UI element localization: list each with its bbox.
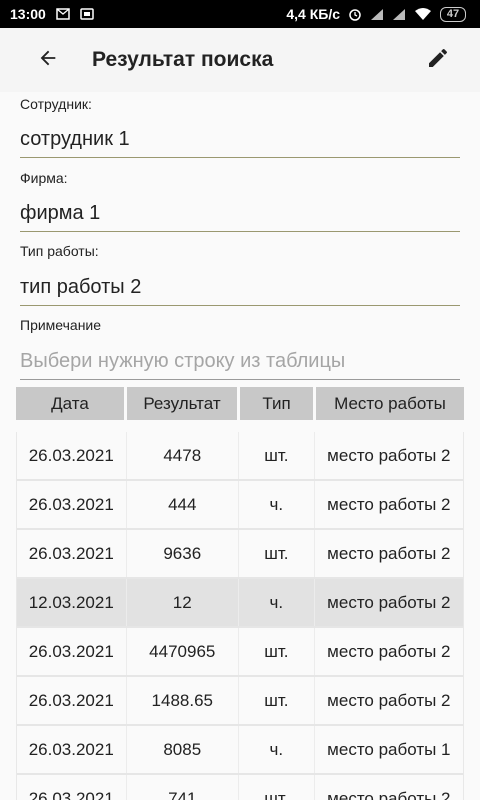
cell-date: 26.03.2021 — [28, 690, 114, 710]
page-title: Результат поиска — [92, 48, 274, 71]
cell-place: место работы 2 — [313, 579, 463, 626]
signal-icon-2 — [392, 8, 406, 21]
status-time: 13:00 — [10, 6, 46, 22]
cell-place: место работы 2 — [313, 432, 463, 479]
table-row[interactable]: 26.03.2021 741 шт. место работы 2 — [17, 775, 463, 800]
cell-date: 26.03.2021 — [28, 494, 114, 514]
cell-type: шт. — [238, 677, 314, 724]
cell-place: место работы 2 — [313, 628, 463, 675]
cell-result: 4478 — [125, 432, 239, 479]
note-label: Примечание — [20, 317, 102, 333]
cell-result: 1488.65 — [125, 677, 239, 724]
cell-place: место работы 2 — [313, 530, 463, 577]
signal-icon — [370, 8, 384, 21]
column-header-type[interactable]: Тип — [240, 387, 313, 420]
network-speed: 4,4 КБ/с — [286, 6, 340, 22]
arrow-left-icon — [37, 47, 59, 74]
table-row[interactable]: 26.03.2021 4470965 шт. место работы 2 — [17, 628, 463, 677]
cell-date: 26.03.2021 — [28, 641, 114, 661]
pencil-icon — [426, 46, 450, 75]
cell-date: 26.03.2021 — [28, 543, 114, 563]
table-header: Дата Результат Тип Место работы — [16, 387, 464, 420]
status-bar: 13:00 4,4 КБ/с 47 — [0, 0, 480, 28]
cell-type: ч. — [238, 579, 314, 626]
cell-result: 4470965 — [125, 628, 239, 675]
results-table[interactable]: 26.03.2021 4478 шт. место работы 2 26.03… — [16, 432, 464, 800]
employee-label: Сотрудник: — [20, 96, 92, 112]
cell-result: 9636 — [125, 530, 239, 577]
company-field[interactable]: фирма 1 — [20, 202, 460, 232]
column-header-date[interactable]: Дата — [16, 387, 124, 420]
cell-place: место работы 1 — [313, 726, 463, 773]
company-label: Фирма: — [20, 170, 68, 186]
table-row[interactable]: 26.03.2021 4478 шт. место работы 2 — [17, 432, 463, 481]
work-type-label: Тип работы: — [20, 243, 99, 259]
table-row[interactable]: 26.03.2021 8085 ч. место работы 1 — [17, 726, 463, 775]
cell-type: шт. — [238, 775, 314, 800]
table-row[interactable]: 26.03.2021 9636 шт. место работы 2 — [17, 530, 463, 579]
employee-field[interactable]: сотрудник 1 — [20, 128, 460, 158]
cell-type: шт. — [238, 530, 314, 577]
cell-result: 8085 — [125, 726, 239, 773]
cell-type: шт. — [238, 432, 314, 479]
cell-date: 26.03.2021 — [28, 788, 114, 800]
cell-result: 12 — [125, 579, 239, 626]
alarm-icon — [348, 7, 362, 21]
app-bar: Результат поиска — [0, 28, 480, 92]
notification-box-icon — [80, 8, 94, 20]
table-row[interactable]: 26.03.2021 1488.65 шт. место работы 2 — [17, 677, 463, 726]
cell-date: 12.03.2021 — [28, 592, 114, 612]
cell-result: 444 — [125, 481, 239, 528]
table-row[interactable]: 26.03.2021 444 ч. место работы 2 — [17, 481, 463, 530]
back-button[interactable] — [30, 42, 66, 78]
cell-place: место работы 2 — [313, 775, 463, 800]
cell-type: ч. — [238, 726, 314, 773]
note-field[interactable]: Выбери нужную строку из таблицы — [20, 350, 460, 380]
cell-result: 741 — [125, 775, 239, 800]
column-header-result[interactable]: Результат — [127, 387, 237, 420]
battery-indicator: 47 — [440, 6, 466, 22]
cell-date: 26.03.2021 — [28, 739, 114, 759]
cell-place: место работы 2 — [313, 677, 463, 724]
mail-notification-icon — [56, 8, 70, 20]
cell-date: 26.03.2021 — [28, 445, 114, 465]
column-header-place[interactable]: Место работы — [316, 387, 464, 420]
cell-type: шт. — [238, 628, 314, 675]
table-row[interactable]: 12.03.2021 12 ч. место работы 2 — [17, 579, 463, 628]
cell-place: место работы 2 — [313, 481, 463, 528]
wifi-icon — [414, 7, 432, 21]
cell-type: ч. — [238, 481, 314, 528]
edit-button[interactable] — [420, 42, 456, 78]
work-type-field[interactable]: тип работы 2 — [20, 276, 460, 306]
